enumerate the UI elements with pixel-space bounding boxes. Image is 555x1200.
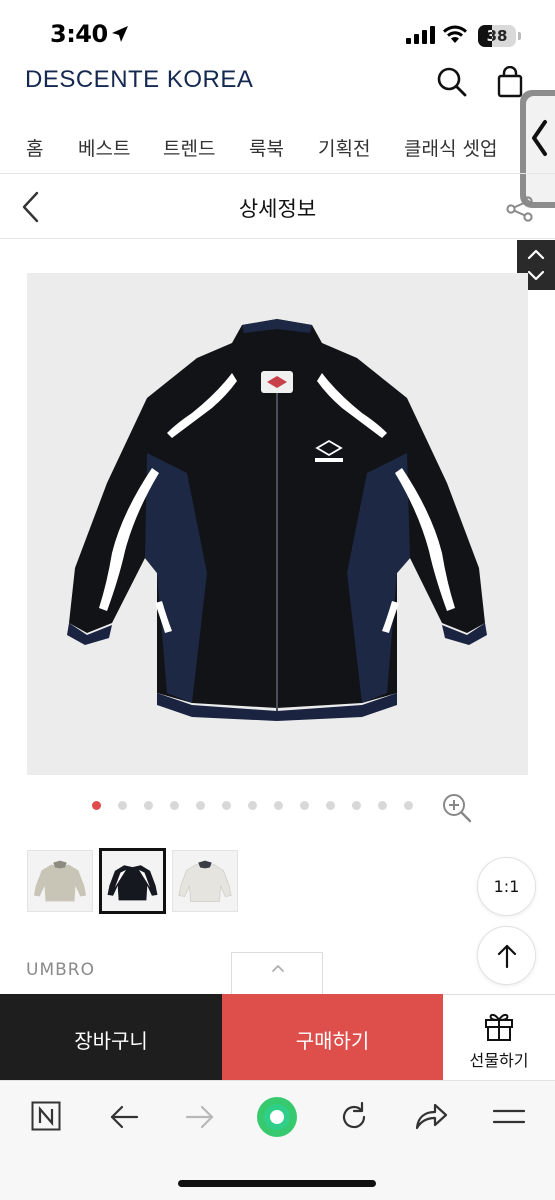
status-time: 3:40	[50, 20, 108, 48]
pagination-dot[interactable]	[196, 801, 205, 810]
add-to-cart-button[interactable]: 장바구니	[0, 994, 222, 1080]
n-icon[interactable]	[31, 1101, 61, 1131]
add-to-cart-label: 장바구니	[74, 1029, 148, 1053]
product-brand[interactable]: UMBRO	[26, 960, 95, 980]
battery-level: 38	[486, 27, 508, 45]
share-icon[interactable]	[506, 196, 534, 222]
reload-icon[interactable]	[338, 1101, 370, 1133]
expand-handle[interactable]	[231, 952, 323, 994]
purchase-action-bar: 장바구니 구매하기 선물하기	[0, 994, 555, 1080]
category-trend[interactable]: 트렌드	[163, 134, 215, 161]
thumbnail-black[interactable]	[99, 848, 166, 914]
category-home[interactable]: 홈	[26, 134, 43, 161]
image-ratio-button[interactable]: 1:1	[477, 857, 536, 916]
thumbnail-white[interactable]	[172, 850, 238, 912]
page-header: 상세정보	[0, 175, 555, 239]
arrow-up-icon	[497, 944, 517, 969]
search-icon[interactable]	[436, 66, 468, 98]
buy-now-label: 구매하기	[295, 1029, 370, 1053]
scroll-top-button[interactable]	[477, 926, 536, 985]
product-image[interactable]	[27, 273, 528, 775]
back-arrow-icon[interactable]	[108, 1103, 140, 1131]
thumbnail-jacket-white	[178, 860, 232, 902]
thumbnail-beige[interactable]	[27, 850, 93, 912]
gift-icon	[485, 1013, 513, 1041]
home-indicator	[178, 1180, 376, 1187]
pagination-dot[interactable]	[326, 801, 335, 810]
wifi-icon	[443, 25, 467, 43]
pagination-dot[interactable]	[378, 801, 387, 810]
location-arrow-icon	[112, 26, 128, 42]
pagination-dot[interactable]	[404, 801, 413, 810]
menu-icon[interactable]	[493, 1107, 525, 1127]
category-best[interactable]: 베스트	[78, 134, 130, 161]
pagination-dot[interactable]	[248, 801, 257, 810]
category-promotion[interactable]: 기획전	[318, 134, 370, 161]
chevron-up-icon	[272, 965, 284, 972]
gift-button[interactable]: 선물하기	[443, 994, 555, 1080]
buy-now-button[interactable]: 구매하기	[222, 994, 443, 1080]
cellular-signal-icon	[406, 26, 435, 44]
pagination-dot[interactable]	[92, 801, 101, 810]
share-arrow-icon[interactable]	[414, 1101, 448, 1131]
battery-cap	[518, 32, 521, 40]
pagination-dot[interactable]	[144, 801, 153, 810]
thumbnail-jacket-black	[107, 865, 158, 901]
pagination-dot[interactable]	[222, 801, 231, 810]
page-title: 상세정보	[238, 197, 317, 221]
zoom-in-icon[interactable]	[441, 792, 473, 824]
pagination-dot[interactable]	[352, 801, 361, 810]
forward-arrow-icon[interactable]	[184, 1103, 216, 1131]
brand-logo[interactable]: DESCENTE KOREA	[25, 66, 253, 94]
category-nav: 홈 베스트 트렌드 룩북 기획전 클래식 셋업	[0, 118, 555, 174]
green-dot-icon[interactable]	[256, 1096, 298, 1138]
jacket-illustration	[67, 319, 487, 721]
pagination-dot[interactable]	[118, 801, 127, 810]
pagination-dot[interactable]	[274, 801, 283, 810]
category-lookbook[interactable]: 룩북	[249, 134, 284, 161]
category-classic-setup[interactable]: 클래식 셋업	[404, 134, 497, 161]
battery-indicator: 38	[478, 25, 516, 47]
gift-label: 선물하기	[469, 1051, 529, 1070]
pagination-dot[interactable]	[170, 801, 179, 810]
image-ratio-label: 1:1	[493, 877, 520, 896]
thumbnail-jacket-beige	[33, 860, 87, 902]
cart-icon[interactable]	[497, 66, 523, 98]
pagination-dot[interactable]	[300, 801, 309, 810]
status-bar: 3:40 38	[0, 0, 555, 60]
